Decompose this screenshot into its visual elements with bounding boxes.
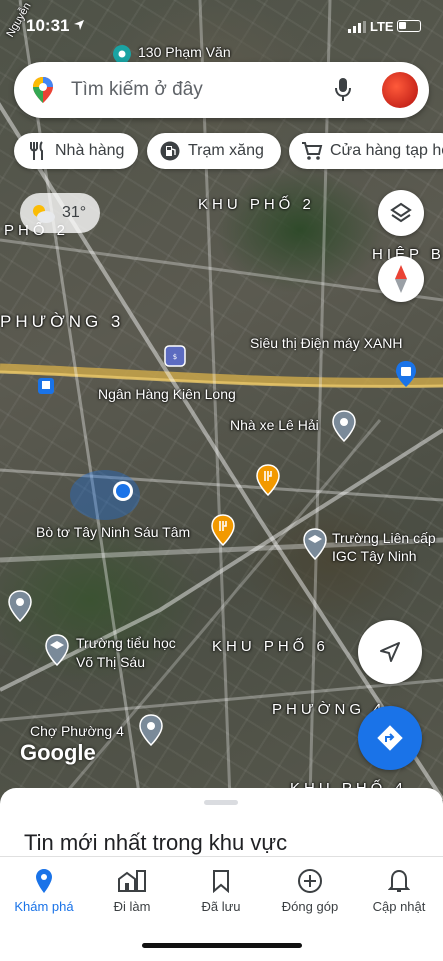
- google-attribution: Google: [20, 740, 96, 765]
- bell-icon: [388, 869, 410, 892]
- add-circle-icon: [298, 869, 322, 893]
- gas-station-icon: [159, 140, 181, 162]
- area-label-khu-pho-2: KHU PHỐ 2: [198, 196, 315, 213]
- restaurant-pin-icon[interactable]: [256, 464, 280, 501]
- chip-label: Trạm xăng: [188, 142, 264, 159]
- nav-label: Đi làm: [113, 899, 151, 914]
- poi-label[interactable]: Nhà xe Lê Hải: [230, 417, 319, 433]
- bookmark-icon: [213, 870, 229, 893]
- network-type: LTE: [370, 19, 394, 34]
- poi-label[interactable]: Trường tiểu học Võ Thị Sáu: [76, 634, 186, 672]
- status-bar: 10:31 LTE: [0, 0, 443, 52]
- directions-icon: [377, 725, 403, 751]
- status-time: 10:31: [26, 16, 70, 35]
- my-location-button[interactable]: [358, 620, 422, 684]
- shopping-cart-icon: [301, 140, 323, 162]
- place-pin-icon[interactable]: [139, 714, 163, 751]
- nav-label: Khám phá: [14, 899, 74, 914]
- nav-contribute[interactable]: Đóng góp: [266, 867, 354, 914]
- nav-explore[interactable]: Khám phá: [0, 867, 88, 914]
- shopping-bag-icon[interactable]: [395, 360, 417, 393]
- nav-label: Đóng góp: [281, 899, 339, 914]
- signal-icon: [348, 21, 366, 33]
- battery-icon: [397, 20, 421, 32]
- place-pin-icon[interactable]: [8, 590, 32, 627]
- sheet-title: Tin mới nhất trong khu vực: [24, 830, 288, 855]
- partly-sunny-icon: [33, 205, 55, 223]
- commute-icon: [118, 870, 146, 892]
- bottom-sheet[interactable]: Tin mới nhất trong khu vực: [0, 788, 443, 856]
- restaurant-icon: [26, 140, 48, 162]
- school-pin-icon[interactable]: [45, 634, 69, 671]
- current-location-dot-icon: [111, 479, 135, 508]
- home-indicator[interactable]: [142, 943, 302, 948]
- chip-restaurants[interactable]: Nhà hàng: [14, 133, 138, 169]
- google-maps-pin-icon: [33, 77, 53, 103]
- area-label-phuong-3: PHƯỜNG 3: [0, 312, 125, 331]
- chip-gas-stations[interactable]: Trạm xăng: [147, 133, 281, 169]
- nav-saved[interactable]: Đã lưu: [177, 867, 265, 914]
- bus-stop-icon[interactable]: [38, 378, 54, 399]
- weather-temperature: 31°: [62, 204, 87, 221]
- layers-icon: [390, 202, 412, 223]
- search-bar[interactable]: Tìm kiếm ở đây: [14, 62, 429, 118]
- school-pin-icon[interactable]: [303, 528, 327, 565]
- nav-label: Cập nhật: [372, 899, 426, 914]
- place-pin-icon[interactable]: [332, 410, 356, 447]
- compass-icon: [395, 265, 407, 293]
- sheet-drag-handle[interactable]: [204, 800, 238, 805]
- poi-label[interactable]: Siêu thị Điện máy XANH: [250, 335, 403, 351]
- poi-label[interactable]: Trường Liên cấp IGC Tây Ninh: [332, 529, 442, 565]
- directions-button[interactable]: [358, 706, 422, 770]
- svg-text:$: $: [173, 353, 177, 361]
- navigation-arrow-icon: [380, 642, 400, 662]
- location-arrow-icon: [74, 20, 84, 30]
- nav-label: Đã lưu: [201, 899, 241, 914]
- chip-label: Nhà hàng: [55, 142, 125, 159]
- nav-updates[interactable]: Cập nhật: [355, 867, 443, 914]
- poi-label[interactable]: Ngân Hàng Kiên Long: [98, 386, 236, 402]
- nav-commute[interactable]: Đi làm: [88, 867, 176, 914]
- compass-button[interactable]: [378, 256, 424, 302]
- microphone-icon[interactable]: [334, 77, 352, 103]
- atm-icon[interactable]: $: [164, 345, 186, 372]
- explore-pin-icon: [36, 869, 52, 893]
- avatar[interactable]: [382, 72, 418, 108]
- layers-button[interactable]: [378, 190, 424, 236]
- restaurant-pin-icon[interactable]: [211, 514, 235, 551]
- poi-label[interactable]: Chợ Phường 4: [30, 723, 124, 739]
- area-label-khu-pho-6: KHU PHỐ 6: [212, 638, 329, 655]
- search-input[interactable]: Tìm kiếm ở đây: [71, 79, 203, 101]
- weather-badge[interactable]: 31°: [20, 193, 100, 233]
- chip-label: Cửa hàng tạp hóa: [330, 142, 443, 159]
- poi-label[interactable]: Bò tơ Tây Ninh Sáu Tâm: [36, 524, 190, 540]
- chip-groceries[interactable]: Cửa hàng tạp hóa: [289, 133, 443, 169]
